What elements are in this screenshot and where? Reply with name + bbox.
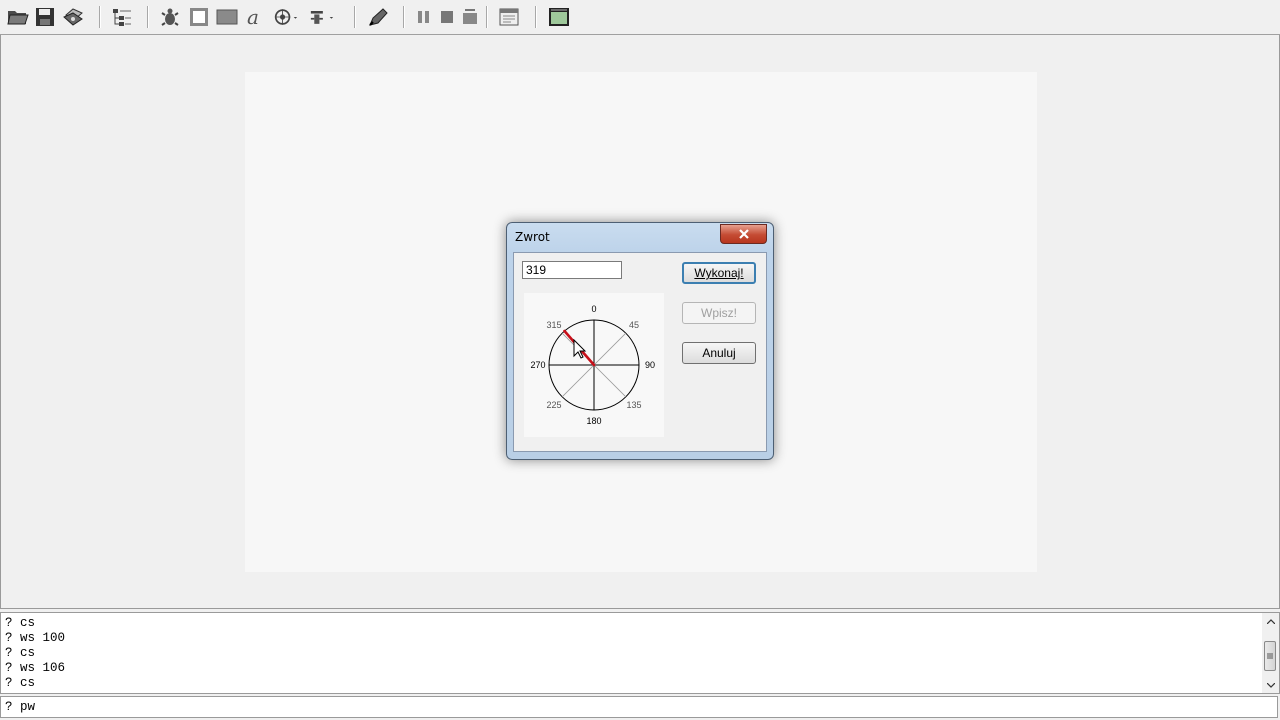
compass-label-0: 0 xyxy=(591,304,596,314)
execute-button[interactable]: Wykonaj! xyxy=(682,262,756,284)
insert-button-label: Wpisz! xyxy=(701,306,737,320)
compass-panel[interactable]: 0 45 90 135 180 225 270 315 xyxy=(524,293,664,437)
console-output[interactable]: ? cs? ws 100? cs? ws 106? cs xyxy=(0,612,1280,694)
chevron-down-icon xyxy=(1266,682,1275,688)
cancel-button[interactable]: Anuluj xyxy=(682,342,756,364)
toolbar-separator xyxy=(486,6,488,28)
dialog-body: Wykonaj! Wpisz! Anuluj 0 45 90 135 180 2… xyxy=(513,252,767,452)
svg-text:a: a xyxy=(247,7,259,27)
angle-input[interactable] xyxy=(522,261,622,279)
console-line: ? cs xyxy=(5,616,36,630)
compass-dial[interactable]: 0 45 90 135 180 225 270 315 xyxy=(524,293,664,437)
compass-label-225: 225 xyxy=(546,400,561,410)
turtle-icon[interactable] xyxy=(158,5,182,29)
print-icon[interactable] xyxy=(61,5,85,29)
toolbar-separator xyxy=(354,6,356,28)
tree-structure-icon[interactable] xyxy=(110,5,134,29)
toolbar-separator xyxy=(403,6,405,28)
text-font-icon[interactable]: a xyxy=(243,5,267,29)
close-icon xyxy=(738,229,749,239)
cancel-button-label: Anuluj xyxy=(702,346,736,360)
step-run-icon[interactable] xyxy=(458,5,482,29)
toolbar-separator xyxy=(535,6,537,28)
fill-rectangle-icon[interactable] xyxy=(215,5,239,29)
mouse-cursor-icon xyxy=(573,338,587,359)
execute-button-label: Wykonaj! xyxy=(694,266,744,280)
compass-label-135: 135 xyxy=(626,400,641,410)
edit-brush-icon[interactable] xyxy=(366,5,390,29)
compass-label-180: 180 xyxy=(586,416,601,426)
console-scrollbar[interactable] xyxy=(1262,613,1279,693)
console-line: ? cs xyxy=(5,646,36,660)
command-input[interactable] xyxy=(0,696,1278,718)
pen-target-icon[interactable] xyxy=(274,5,298,29)
toolbar-separator xyxy=(99,6,101,28)
scroll-down-button[interactable] xyxy=(1262,677,1279,693)
scroll-up-button[interactable] xyxy=(1262,613,1279,629)
console-line: ? ws 106 xyxy=(5,661,66,675)
toolbar-separator xyxy=(147,6,149,28)
picture-view-icon[interactable] xyxy=(547,5,571,29)
compass-label-45: 45 xyxy=(629,320,639,330)
console-line: ? ws 100 xyxy=(5,631,66,645)
save-icon[interactable] xyxy=(33,5,57,29)
window-settings-icon[interactable] xyxy=(497,5,521,29)
compass-label-270: 270 xyxy=(530,360,545,370)
stop-icon[interactable] xyxy=(435,5,459,29)
console-line: ? cs xyxy=(5,676,36,690)
insert-button[interactable]: Wpisz! xyxy=(682,302,756,324)
dialog-title: Zwrot xyxy=(515,230,550,244)
console-lines: ? cs? ws 100? cs? ws 106? cs xyxy=(5,616,65,691)
scroll-thumb[interactable] xyxy=(1264,641,1276,671)
turn-dialog: Zwrot Wykonaj! Wpisz! Anuluj 0 45 90 135… xyxy=(506,222,774,460)
open-folder-icon[interactable] xyxy=(6,5,30,29)
compass-label-90: 90 xyxy=(645,360,655,370)
compass-label-315: 315 xyxy=(546,320,561,330)
pen-width-icon[interactable] xyxy=(310,5,334,29)
chevron-up-icon xyxy=(1266,618,1275,624)
main-toolbar: a xyxy=(0,0,1280,35)
close-button[interactable] xyxy=(720,224,767,244)
pause-icon[interactable] xyxy=(412,5,436,29)
grip-icon xyxy=(1267,653,1273,659)
frame-icon[interactable] xyxy=(187,5,211,29)
